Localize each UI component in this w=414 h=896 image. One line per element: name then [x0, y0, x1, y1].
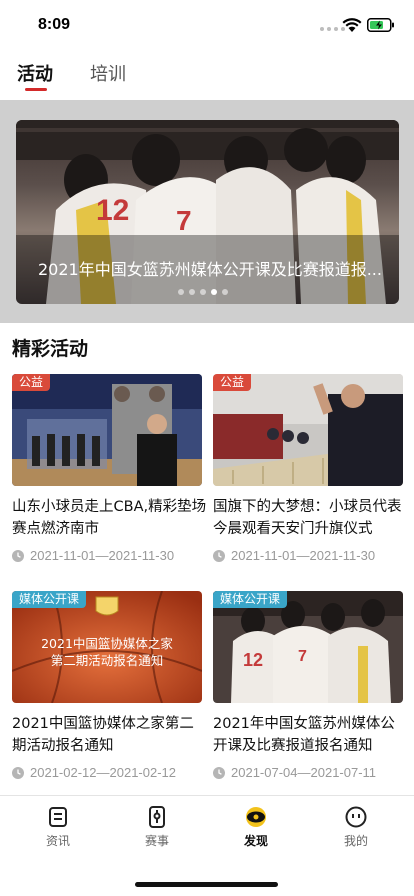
- top-tab-bar: 活动 培训: [0, 46, 414, 100]
- tab-profile[interactable]: 我的: [326, 806, 386, 849]
- discover-icon: [246, 807, 266, 827]
- card-image: 12 7 媒体公开课: [213, 591, 403, 703]
- svg-text:12: 12: [96, 194, 129, 227]
- card-title: 2021年中国女篮苏州媒体公开课及比赛报道报名通知: [213, 716, 395, 754]
- tab-discover[interactable]: 发现: [226, 806, 286, 849]
- carousel-dot: [200, 289, 206, 295]
- svg-text:12: 12: [243, 650, 263, 670]
- carousel-dot: [178, 289, 184, 295]
- svg-text:7: 7: [298, 648, 307, 665]
- card-title: 2021中国篮协媒体之家第二期活动报名通知: [12, 716, 194, 754]
- card-date: 2021-11-01—2021-11-30: [12, 548, 174, 563]
- banner-carousel[interactable]: 12 7 2021年中国女篮苏州媒体公开课及比赛报道报...: [16, 120, 399, 304]
- profile-icon: [345, 806, 367, 828]
- category-tag: 公益: [12, 374, 51, 391]
- poster-headline: 2021中国篮协媒体之家 第二期活动报名通知: [12, 635, 202, 669]
- clock-icon: [213, 549, 225, 562]
- active-tab-indicator: [25, 88, 47, 91]
- tab-label: 资讯: [45, 834, 70, 848]
- carousel-dot-active: [211, 289, 217, 295]
- status-time: 8:09: [38, 16, 71, 33]
- poster-line-1: 2021中国篮协媒体之家: [41, 636, 173, 651]
- card-date: 2021-11-01—2021-11-30: [213, 548, 375, 563]
- category-tag: 媒体公开课: [213, 591, 288, 608]
- card-date: 2021-02-12—2021-02-12: [12, 765, 176, 780]
- card-date-range: 2021-11-01—2021-11-30: [30, 548, 175, 563]
- clock-icon: [12, 549, 24, 562]
- tab-label: 发现: [243, 834, 268, 848]
- carousel-page-dots: [178, 289, 228, 295]
- category-tag: 媒体公开课: [12, 591, 87, 608]
- battery-charging-icon: [367, 18, 394, 32]
- clock-icon: [213, 766, 225, 779]
- poster-line-2: 第二期活动报名通知: [50, 653, 164, 668]
- home-indicator: [135, 882, 278, 887]
- status-bar: 8:09: [0, 0, 414, 46]
- section-title: 精彩活动: [12, 338, 89, 360]
- banner-section: 12 7 2021年中国女篮苏州媒体公开课及比赛报道报...: [0, 100, 414, 323]
- tab-label: 我的: [343, 834, 368, 848]
- tab-training[interactable]: 培训: [90, 60, 126, 86]
- bottom-tab-bar: 资讯 赛事 发现 我的: [0, 795, 414, 896]
- svg-text:7: 7: [176, 205, 192, 236]
- card-title: 山东小球员走上CBA,精彩垫场赛点燃济南市: [12, 499, 207, 537]
- tab-label: 赛事: [144, 834, 169, 848]
- category-tag: 公益: [213, 374, 252, 391]
- banner-caption: 2021年中国女篮苏州媒体公开课及比赛报道报...: [38, 260, 382, 279]
- tab-news[interactable]: 资讯: [28, 806, 88, 849]
- carousel-dot: [189, 289, 195, 295]
- card-date-range: 2021-11-01—2021-11-30: [231, 548, 376, 563]
- card-image: 公益: [213, 374, 403, 486]
- card-image: 公益: [12, 374, 202, 486]
- tab-matches[interactable]: 赛事: [127, 806, 187, 849]
- carousel-dot: [222, 289, 228, 295]
- card-date: 2021-07-04—2021-07-11: [213, 765, 376, 780]
- tab-activities[interactable]: 活动: [17, 60, 53, 86]
- clock-icon: [12, 766, 24, 779]
- card-date-range: 2021-07-04—2021-07-11: [231, 765, 377, 780]
- wifi-icon: [342, 18, 362, 32]
- card-title: 国旗下的大梦想：小球员代表今晨观看天安门升旗仪式: [213, 499, 402, 537]
- card-date-range: 2021-02-12—2021-02-12: [30, 765, 176, 780]
- match-icon: [149, 806, 165, 828]
- news-icon: [49, 807, 67, 827]
- card-image: 2021中国篮协媒体之家 第二期活动报名通知 媒体公开课: [12, 591, 202, 703]
